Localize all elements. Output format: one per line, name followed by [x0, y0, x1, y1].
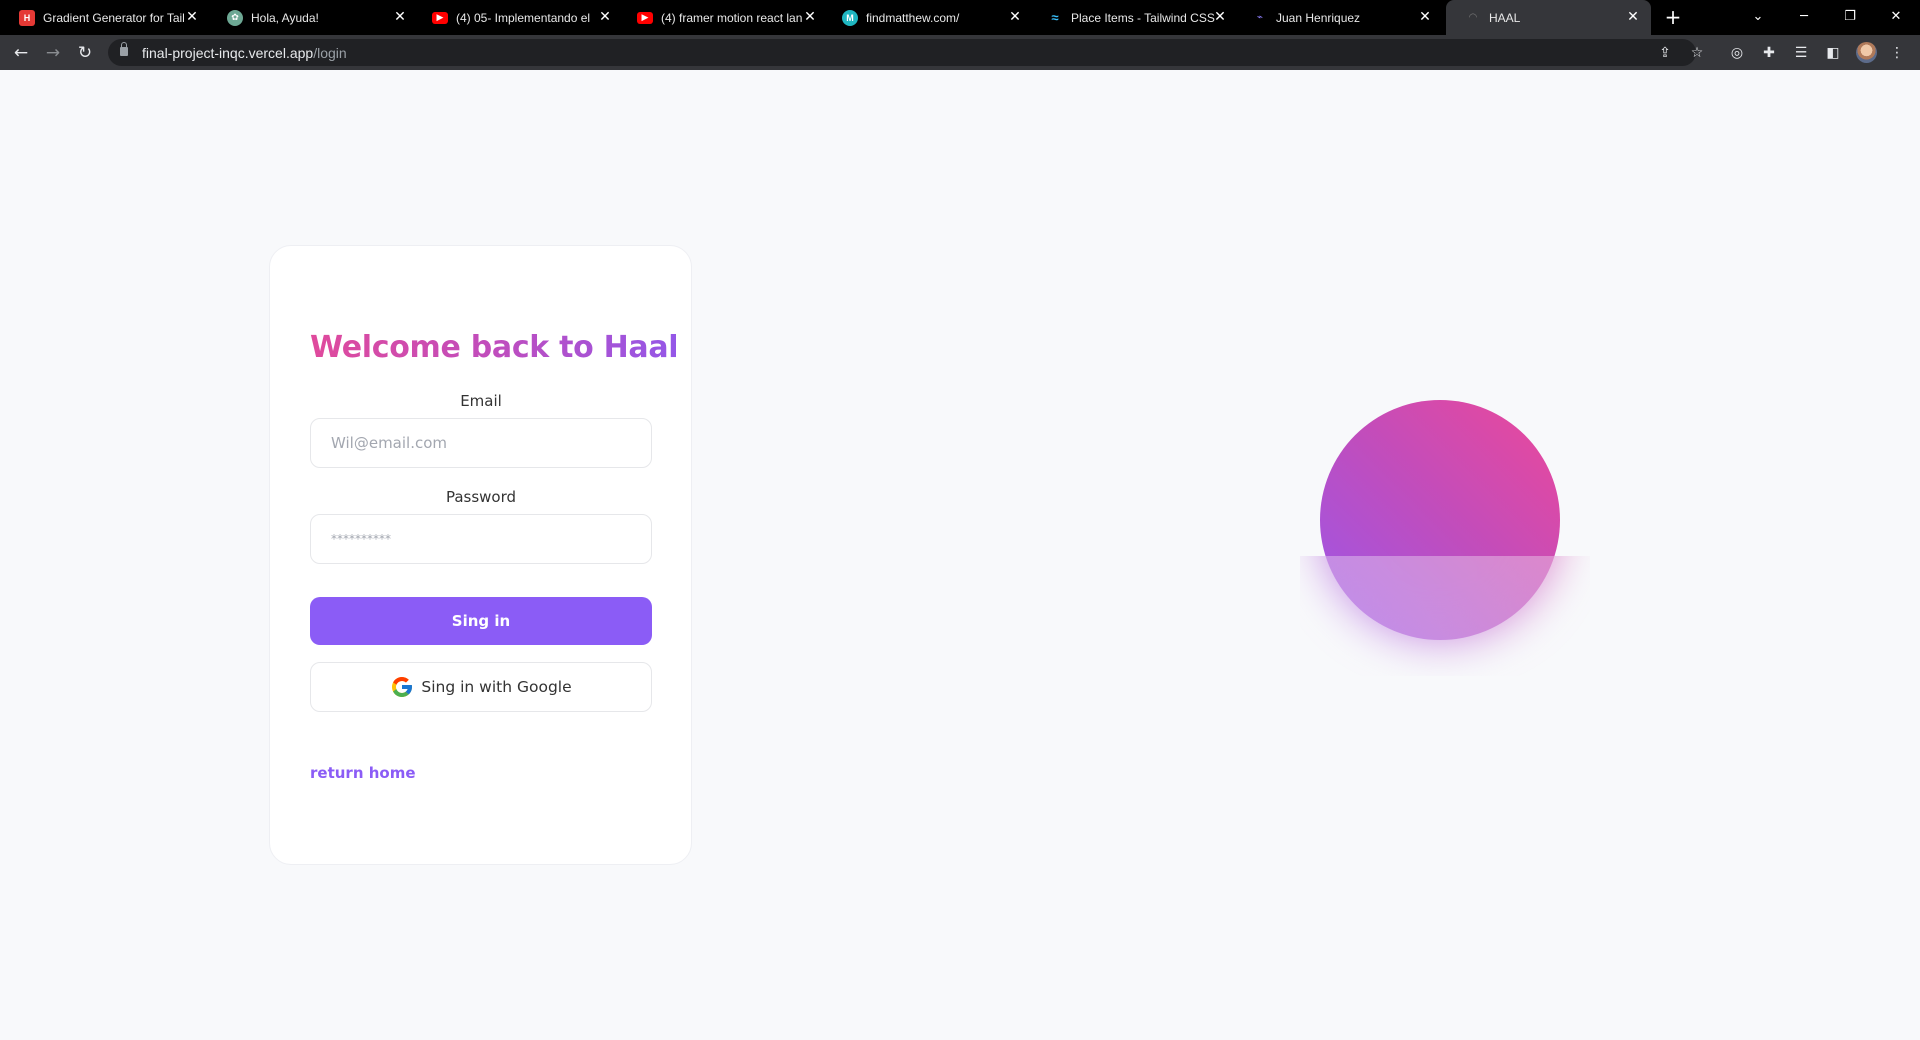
- restore-button[interactable]: ❐: [1827, 0, 1873, 32]
- lock-icon: [120, 42, 128, 56]
- chatgpt-icon: ✿: [227, 9, 243, 26]
- tab-tailwind-place-items[interactable]: ≈ Place Items - Tailwind CSS ✕: [1028, 0, 1238, 35]
- haal-icon: ◠: [1469, 12, 1477, 23]
- site-icon: M: [842, 9, 858, 26]
- hyperui-icon: H: [19, 9, 35, 26]
- close-icon[interactable]: ✕: [1625, 9, 1641, 25]
- url-path: /login: [313, 45, 347, 61]
- portfolio-icon: ⌁: [1256, 12, 1264, 23]
- gradient-orb-reflection: [1300, 556, 1590, 676]
- new-tab-button[interactable]: +: [1662, 6, 1684, 28]
- close-icon[interactable]: ✕: [392, 9, 408, 25]
- share-icon[interactable]: ⇪: [1656, 44, 1674, 62]
- sign-in-button[interactable]: Sing in: [310, 597, 652, 645]
- page-title: Welcome back to Haal: [310, 330, 679, 365]
- close-icon[interactable]: ✕: [802, 9, 818, 25]
- close-icon[interactable]: ✕: [597, 9, 613, 25]
- extensions-puzzle-icon[interactable]: ✚: [1760, 44, 1778, 62]
- close-icon[interactable]: ✕: [184, 9, 200, 25]
- tab-hola-ayuda[interactable]: ✿ Hola, Ayuda! ✕: [208, 0, 418, 35]
- youtube-icon: ▶: [637, 11, 653, 24]
- minimize-button[interactable]: ─: [1781, 0, 1827, 32]
- browser-toolbar: ← → ↻ final-project-inqc.vercel.app/logi…: [0, 35, 1920, 70]
- close-window-button[interactable]: ✕: [1873, 0, 1919, 32]
- url-host: final-project-inqc.vercel.app: [142, 45, 314, 61]
- youtube-icon: ▶: [432, 11, 448, 24]
- google-sign-in-label: Sing in with Google: [421, 678, 572, 696]
- login-card: Welcome back to Haal Email Password Sing…: [269, 245, 692, 865]
- tab-strip: H Gradient Generator for Tail ✕ ✿ Hola, …: [0, 0, 1920, 35]
- password-field[interactable]: [310, 514, 652, 564]
- menu-kebab-icon[interactable]: ⋮: [1888, 44, 1906, 62]
- tailwind-icon: ≈: [1051, 10, 1059, 25]
- tab-search-button[interactable]: ⌄: [1735, 0, 1781, 32]
- tab-youtube-framer-motion[interactable]: ▶ (4) framer motion react lan ✕: [618, 0, 828, 35]
- google-icon: [392, 677, 413, 697]
- tab-gradient-generator[interactable]: H Gradient Generator for Tail ✕: [0, 0, 210, 35]
- close-icon[interactable]: ✕: [1212, 9, 1228, 25]
- tab-juan-henriquez[interactable]: ⌁ Juan Henriquez ✕: [1233, 0, 1443, 35]
- forward-arrow-icon[interactable]: →: [40, 40, 66, 66]
- close-icon[interactable]: ✕: [1007, 9, 1023, 25]
- media-queue-icon[interactable]: ☰: [1792, 44, 1810, 62]
- profile-avatar[interactable]: [1856, 42, 1877, 63]
- password-label: Password: [445, 488, 517, 506]
- side-panel-icon[interactable]: ◧: [1824, 44, 1842, 62]
- tab-findmatthew[interactable]: M findmatthew.com/ ✕: [823, 0, 1033, 35]
- bookmark-star-icon[interactable]: ☆: [1688, 44, 1706, 62]
- address-bar[interactable]: final-project-inqc.vercel.app/login: [108, 39, 1696, 66]
- reload-icon[interactable]: ↻: [72, 40, 98, 66]
- close-icon[interactable]: ✕: [1417, 9, 1433, 25]
- extension-target-icon[interactable]: ◎: [1728, 44, 1746, 62]
- email-field[interactable]: [310, 418, 652, 468]
- email-label: Email: [460, 392, 502, 410]
- tab-haal[interactable]: ◠ HAAL ✕: [1446, 0, 1651, 35]
- back-arrow-icon[interactable]: ←: [8, 40, 34, 66]
- google-sign-in-button[interactable]: Sing in with Google: [310, 662, 652, 712]
- return-home-link[interactable]: return home: [310, 764, 416, 782]
- tab-youtube-implementando[interactable]: ▶ (4) 05- Implementando el ✕: [413, 0, 623, 35]
